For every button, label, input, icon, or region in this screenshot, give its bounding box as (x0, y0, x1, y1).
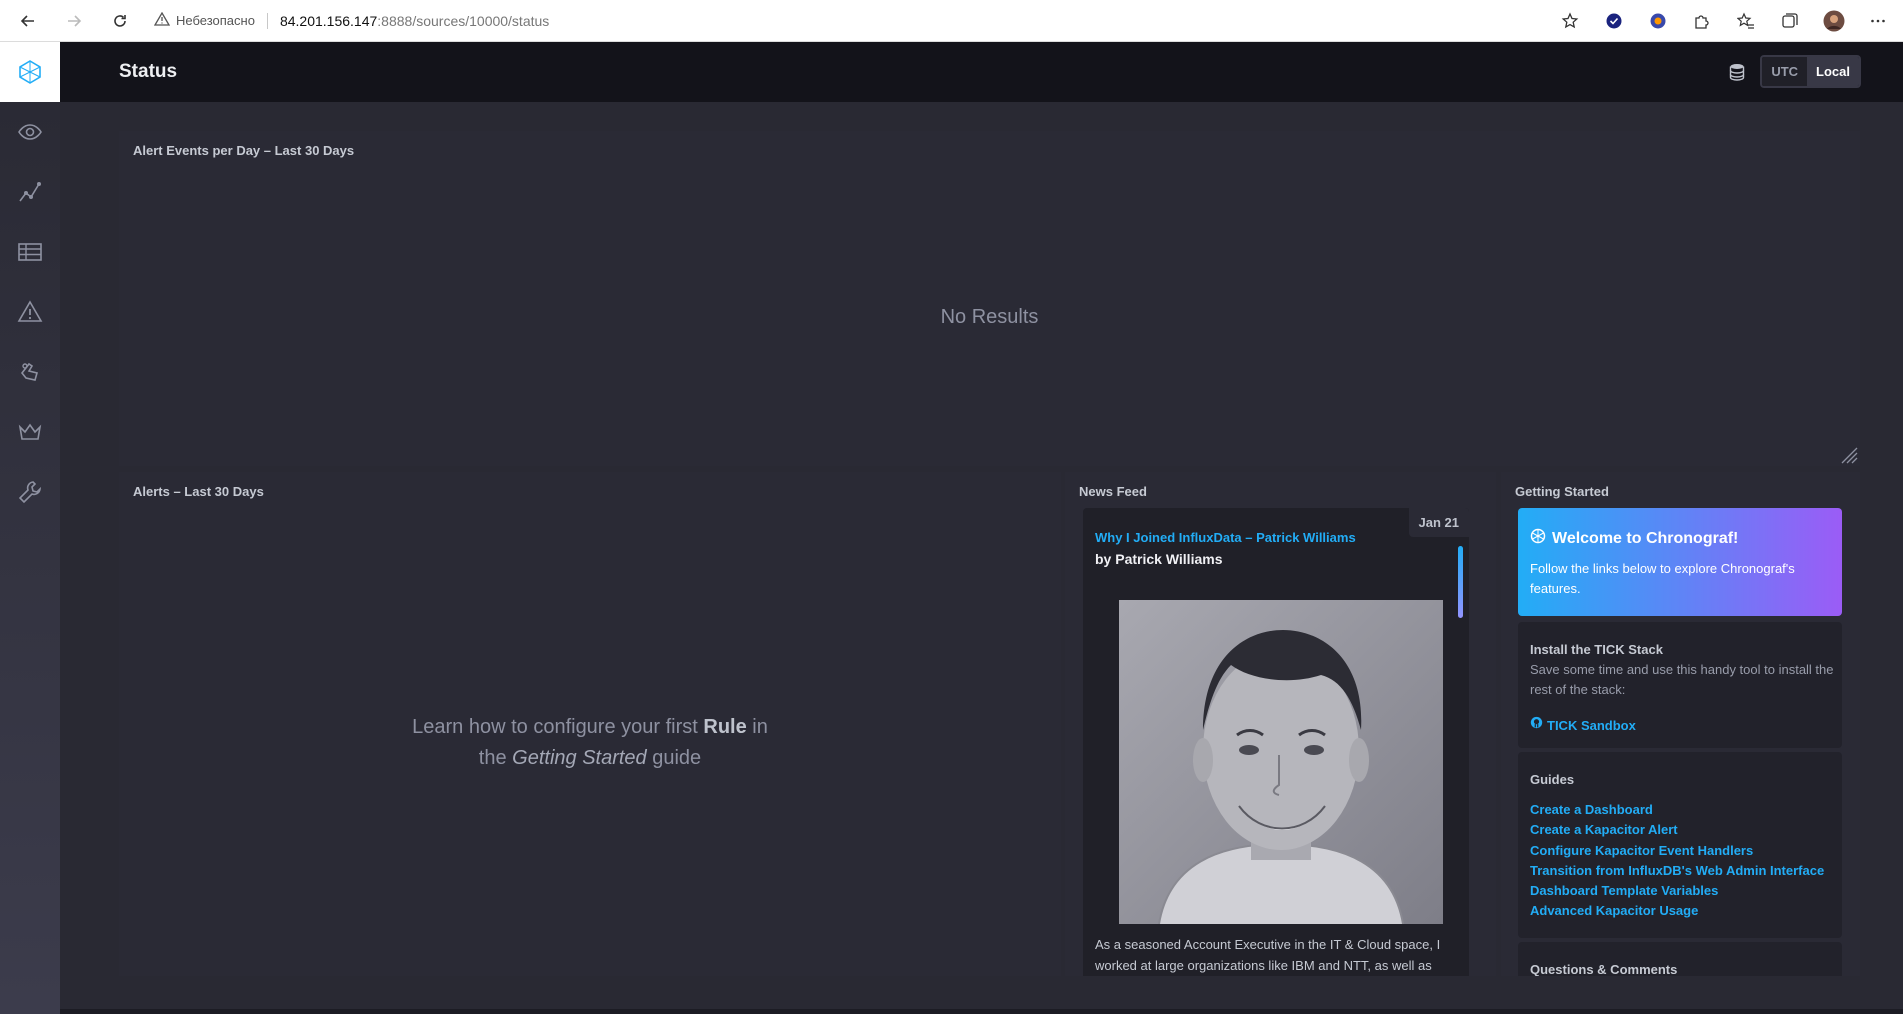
guide-link-create-dashboard[interactable]: Create a Dashboard (1530, 800, 1824, 820)
welcome-title: Welcome to Chronograf! (1530, 528, 1738, 549)
news-author: by Patrick Williams (1095, 551, 1223, 567)
install-text: Save some time and use this handy tool t… (1530, 662, 1834, 697)
news-excerpt: As a seasoned Account Executive in the I… (1095, 937, 1441, 973)
getting-started-panel: Getting Started Welcome to Chronograf! F… (1501, 472, 1860, 976)
tick-sandbox-link[interactable]: TICK Sandbox (1530, 716, 1636, 734)
guide-link-template-variables[interactable]: Dashboard Template Variables (1530, 881, 1824, 901)
getting-started-title: Getting Started (1515, 484, 1609, 499)
puzzle-icon[interactable] (1689, 8, 1715, 34)
browser-extensions (1557, 8, 1891, 34)
alerts-msg-part1: Learn how to configure your first (412, 716, 704, 738)
welcome-card: Welcome to Chronograf! Follow the links … (1518, 508, 1842, 616)
chronograf-logo[interactable] (0, 42, 60, 102)
address-bar[interactable]: Небезопасно 84.201.156.147:8888/sources/… (153, 6, 550, 36)
guide-link-advanced-kapacitor[interactable]: Advanced Kapacitor Usage (1530, 901, 1824, 921)
news-feed-title: News Feed (1079, 484, 1147, 499)
alert-triangle-icon[interactable] (0, 282, 60, 342)
guides-title: Guides (1530, 772, 1575, 787)
log-viewer-icon[interactable] (0, 342, 60, 402)
app-sidebar (0, 42, 60, 1014)
alert-events-panel: Alert Events per Day – Last 30 Days No R… (119, 131, 1860, 466)
welcome-title-text: Welcome to Chronograf! (1552, 529, 1739, 547)
collections-icon[interactable] (1777, 8, 1803, 34)
security-label: Небезопасно (176, 13, 255, 28)
extension-circle-icon[interactable] (1645, 8, 1671, 34)
resize-handle-icon[interactable] (1838, 444, 1858, 464)
guides-card: Guides Create a Dashboard Create a Kapac… (1518, 752, 1842, 938)
timezone-utc-button[interactable]: UTC (1762, 57, 1808, 86)
add-favorite-icon[interactable] (1557, 8, 1583, 34)
install-tick-card: Install the TICK Stack Save some time an… (1518, 622, 1842, 748)
page-title: Status (119, 61, 178, 82)
dashboard-grid-icon[interactable] (0, 222, 60, 282)
alerts-msg-part2: in (746, 716, 768, 738)
favorites-icon[interactable] (1733, 8, 1759, 34)
alert-events-title: Alert Events per Day – Last 30 Days (133, 143, 355, 158)
timezone-local-button[interactable]: Local (1807, 57, 1859, 86)
tick-sandbox-label[interactable]: TICK Sandbox (1547, 718, 1636, 733)
github-icon (1530, 716, 1543, 734)
questions-title: Questions & Comments (1530, 962, 1678, 976)
address-separator (266, 12, 268, 29)
forward-icon[interactable] (60, 7, 88, 35)
install-title: Install the TICK Stack (1530, 642, 1663, 657)
questions-card: Questions & Comments (1518, 942, 1842, 976)
news-article-link[interactable]: Why I Joined InfluxData – Patrick Willia… (1095, 530, 1356, 545)
news-date: Jan 21 (1408, 508, 1469, 537)
timezone-toggle: UTC Local (1760, 55, 1861, 88)
alerts-msg-part3: the (478, 747, 513, 769)
no-results-text: No Results (940, 306, 1039, 328)
guide-link-kapacitor-alert[interactable]: Create a Kapacitor Alert (1530, 820, 1824, 840)
browser-toolbar: Небезопасно 84.201.156.147:8888/sources/… (0, 0, 1903, 42)
crown-icon[interactable] (0, 402, 60, 462)
alerts-msg-rule: Rule (703, 716, 747, 738)
chronograf-icon (1530, 528, 1546, 549)
news-scrollbar[interactable] (1458, 546, 1463, 618)
news-article-card: Jan 21 Why I Joined InfluxData – Patrick… (1083, 508, 1469, 976)
shield-check-icon[interactable] (1601, 8, 1627, 34)
alerts-msg-part4: guide (646, 747, 702, 769)
url-host: 84.201.156.147 (279, 12, 378, 29)
guides-list: Create a Dashboard Create a Kapacitor Al… (1530, 800, 1824, 922)
warning-icon (153, 11, 171, 29)
alerts-empty-message: Learn how to configure your first Rule i… (119, 712, 1061, 774)
more-menu-icon[interactable] (1865, 8, 1891, 34)
alerts-panel: Alerts – Last 30 Days Learn how to confi… (119, 472, 1061, 976)
graph-icon[interactable] (0, 162, 60, 222)
guide-link-transition-influxdb[interactable]: Transition from InfluxDB's Web Admin Int… (1530, 861, 1824, 881)
wrench-icon[interactable] (0, 462, 60, 522)
alerts-title: Alerts – Last 30 Days (133, 484, 264, 499)
alerts-msg-guide: Getting Started (512, 747, 647, 769)
header-controls: UTC Local (1726, 55, 1861, 88)
eye-icon[interactable] (0, 102, 60, 162)
page-header: Status UTC Local (60, 42, 1903, 102)
guide-link-event-handlers[interactable]: Configure Kapacitor Event Handlers (1530, 841, 1824, 861)
reload-icon[interactable] (106, 7, 134, 35)
welcome-text: Follow the links below to explore Chrono… (1530, 561, 1795, 596)
url-path: :8888/sources/10000/status (377, 12, 550, 29)
back-icon[interactable] (14, 7, 42, 35)
author-photo (1119, 600, 1443, 924)
news-feed-panel: News Feed Jan 21 Why I Joined InfluxData… (1065, 472, 1496, 976)
bottom-strip (60, 1009, 1903, 1014)
profile-avatar[interactable] (1821, 8, 1847, 34)
database-icon[interactable] (1726, 61, 1748, 83)
